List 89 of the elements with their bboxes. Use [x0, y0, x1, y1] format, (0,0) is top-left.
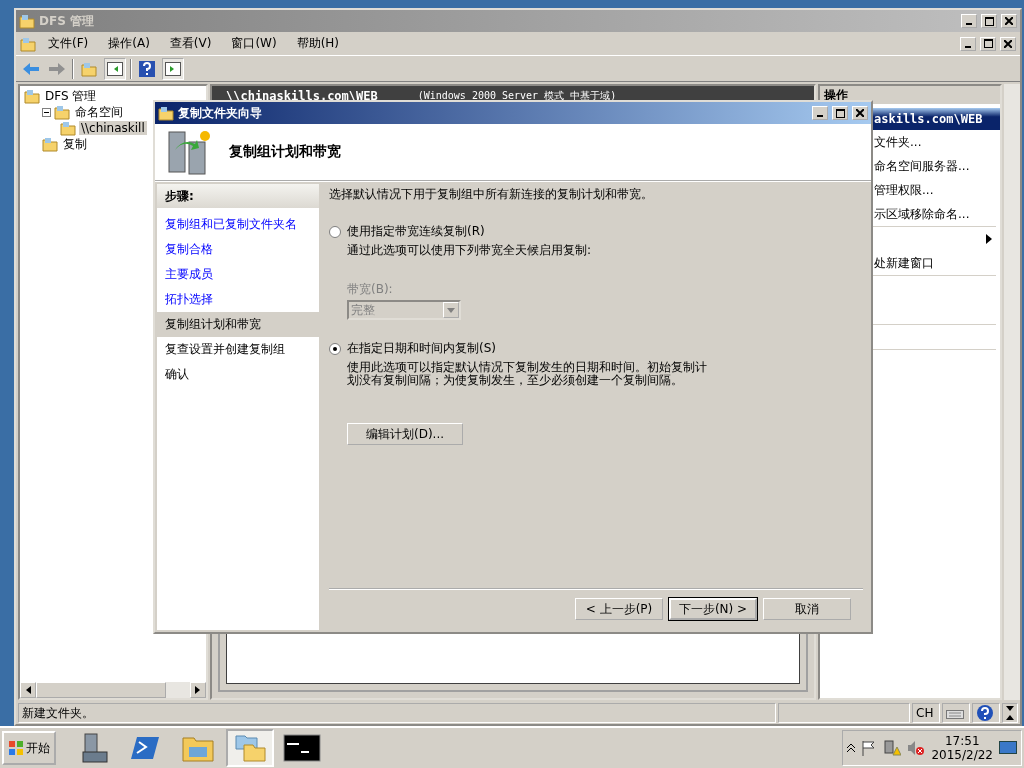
app-icon — [19, 13, 35, 29]
server-sync-icon — [165, 128, 211, 176]
keyboard-icon[interactable] — [946, 707, 964, 719]
wizard-step[interactable]: 主要成员 — [157, 262, 319, 287]
left-arrow-icon — [25, 686, 31, 694]
wizard-step[interactable]: 复制组和已复制文件夹名 — [157, 212, 319, 237]
minimize-icon — [965, 45, 971, 48]
namespace-path: \\chinaskills.com\WEB — [226, 89, 378, 103]
minimize-button[interactable] — [812, 106, 828, 120]
maximize-icon — [984, 16, 994, 26]
option-description: 使用此选项可以指定默认情况下复制发生的日期和时间。初始复制计划没有复制间隔；为使复制发生，至少必须创建一个复制间隔。 — [347, 361, 707, 387]
horizontal-scrollbar[interactable] — [20, 682, 206, 698]
wizard-step[interactable]: 拓扑选择 — [157, 287, 319, 312]
menu-item[interactable]: 查看(V) — [161, 33, 220, 54]
tree-item[interactable]: 命名空间 — [73, 103, 125, 121]
radio-button[interactable] — [329, 342, 341, 355]
menu-item[interactable]: 帮助(H) — [288, 33, 348, 54]
tree-item[interactable]: DFS 管理 — [43, 87, 99, 105]
terminal-prompt-icon — [131, 734, 161, 762]
scroll-left-button[interactable] — [20, 682, 36, 698]
bandwidth-label: 带宽(B): — [347, 281, 394, 298]
close-icon — [1004, 39, 1012, 48]
clock-date[interactable]: 2015/2/22 — [931, 748, 993, 762]
show-action-pane-button[interactable] — [162, 57, 184, 80]
dropdown-arrow-icon — [447, 307, 455, 313]
app-icon — [158, 105, 174, 121]
start-button[interactable]: 开始 — [2, 731, 56, 765]
scroll-right-button[interactable] — [190, 682, 206, 698]
maximize-button[interactable] — [832, 106, 848, 120]
server-toolbox-icon — [79, 732, 109, 764]
wizard-button[interactable]: 下一步(N) > — [669, 598, 757, 620]
option-label[interactable]: 使用指定带宽连续复制(R) — [347, 223, 485, 240]
close-button[interactable] — [1001, 14, 1017, 28]
wizard-button[interactable]: 取消 — [763, 598, 851, 620]
speaker-muted-icon[interactable] — [907, 740, 926, 756]
menu-item[interactable]: 文件(F) — [40, 33, 97, 54]
right-arrow-icon — [195, 686, 201, 694]
folder-icon — [24, 88, 40, 104]
wizard-step: 复查设置并创建复制组 — [157, 337, 319, 362]
radio-button[interactable] — [329, 225, 341, 238]
scroll-thumb[interactable] — [36, 682, 166, 698]
wizard-button[interactable]: < 上一步(P) — [575, 598, 663, 620]
close-icon — [1005, 17, 1013, 25]
maximize-button[interactable] — [981, 14, 997, 28]
windows-logo-icon — [8, 740, 24, 756]
edit-schedule-button[interactable]: 编辑计划(D)... — [347, 423, 463, 445]
close-icon — [856, 109, 864, 117]
window-title: DFS 管理 — [39, 12, 95, 30]
show-tree-button[interactable] — [104, 57, 126, 80]
minimize-icon — [817, 115, 823, 117]
network-warning-icon[interactable] — [883, 740, 902, 756]
status-text: 新建文件夹。 — [22, 704, 94, 722]
minimize-button[interactable] — [960, 36, 976, 51]
maximize-button[interactable] — [980, 36, 996, 51]
tree-item[interactable]: 复制 — [61, 135, 89, 153]
wizard-step: 确认 — [157, 362, 319, 387]
wizard-step[interactable]: 复制合格 — [157, 237, 319, 262]
maximize-icon — [983, 39, 993, 48]
option-label[interactable]: 在指定日期和时间内复制(S) — [347, 340, 496, 357]
folder-icon — [54, 104, 70, 120]
dialog-title: 复制文件夹向导 — [178, 104, 263, 122]
folder-icon — [42, 136, 58, 152]
folders-icon — [234, 733, 266, 763]
namespace-mode: (Windows 2000 Server 模式 中基于域) — [417, 89, 617, 103]
menu-item[interactable]: 操作(A) — [100, 33, 158, 54]
up-folder-icon — [81, 60, 97, 77]
options-arrow-icon[interactable] — [1006, 706, 1014, 720]
steps-title: 步骤: — [157, 184, 319, 208]
minimize-icon — [966, 23, 972, 25]
vertical-scrollbar[interactable] — [1004, 84, 1020, 700]
minimize-button[interactable] — [961, 14, 977, 28]
wizard-heading: 复制组计划和带宽 — [229, 143, 341, 161]
help-icon[interactable] — [976, 704, 994, 722]
clock-time[interactable]: 17:51 — [944, 734, 980, 748]
command-prompt-icon — [283, 734, 321, 762]
chevron-up-icon[interactable] — [847, 743, 856, 753]
maximize-icon — [835, 108, 845, 118]
tree-item[interactable]: \\chinaskill — [79, 121, 147, 135]
close-button[interactable] — [852, 106, 868, 120]
instruction-text: 选择默认情况下用于复制组中所有新连接的复制计划和带宽。 — [329, 186, 654, 203]
wizard-step: 复制组计划和带宽 — [157, 312, 319, 337]
option-description: 通过此选项可以使用下列带宽全天候启用复制: — [347, 244, 593, 257]
close-button[interactable] — [1000, 36, 1016, 51]
collapse-toggle[interactable] — [42, 107, 51, 117]
submenu-arrow-icon[interactable] — [986, 234, 992, 244]
show-desktop-icon[interactable] — [999, 741, 1017, 755]
menu-item[interactable]: 窗口(W) — [223, 33, 285, 54]
folder-icon — [60, 120, 76, 136]
app-icon — [20, 35, 36, 52]
